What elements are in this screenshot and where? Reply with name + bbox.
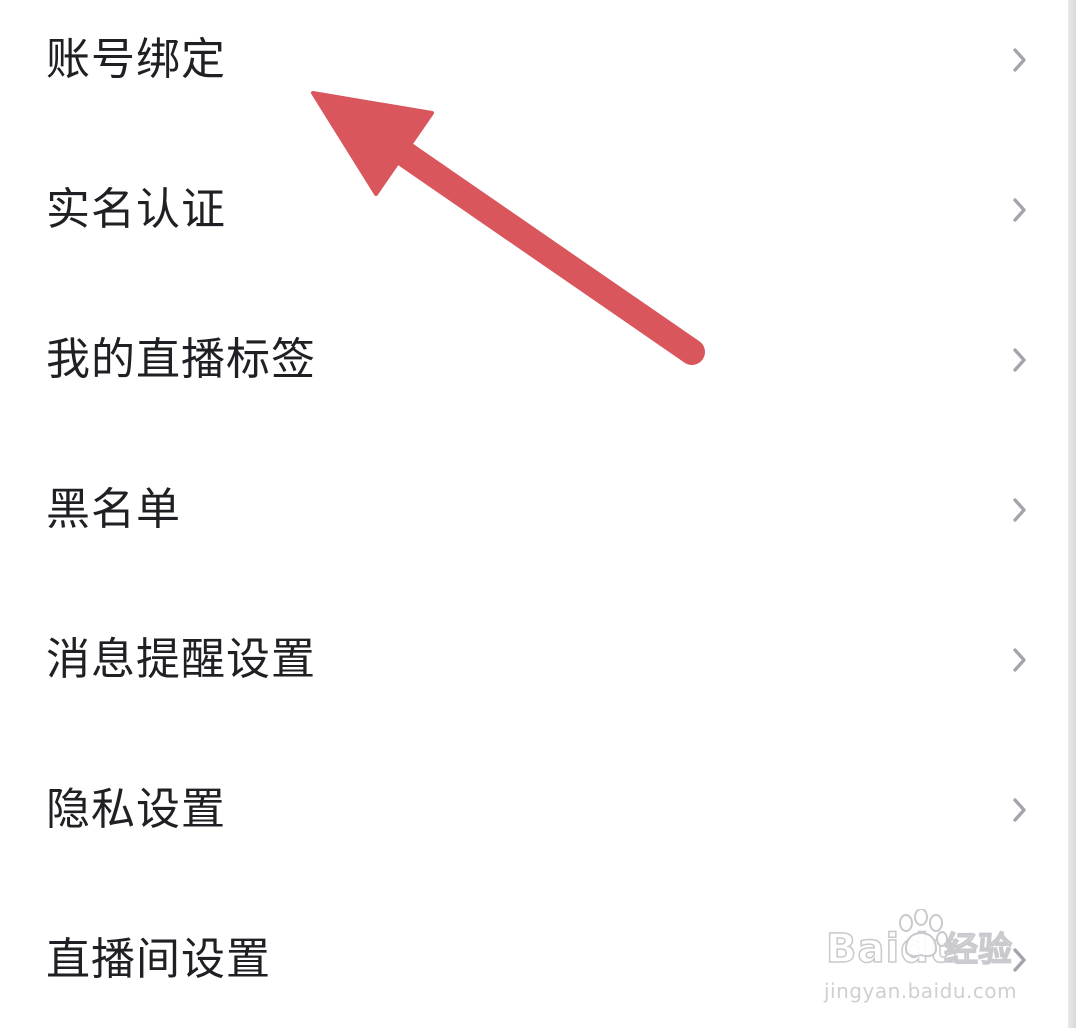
chevron-right-icon bbox=[1013, 348, 1026, 372]
settings-item-label: 我的直播标签 bbox=[46, 334, 316, 385]
chevron-right-icon bbox=[1013, 798, 1026, 822]
screen-edge bbox=[1068, 0, 1076, 1028]
settings-item-notifications[interactable]: 消息提醒设置 bbox=[0, 585, 1068, 735]
watermark-brand-text: 经验 bbox=[943, 930, 1012, 970]
settings-item-blacklist[interactable]: 黑名单 bbox=[0, 435, 1068, 585]
settings-item-label: 消息提醒设置 bbox=[46, 634, 316, 685]
chevron-right-icon bbox=[1013, 198, 1026, 222]
settings-list: 账号绑定 实名认证 我的直播标签 黑名单 消息提醒设置 隐私设置 直播间设置 bbox=[0, 0, 1068, 1028]
settings-screen: 账号绑定 实名认证 我的直播标签 黑名单 消息提醒设置 隐私设置 直播间设置 B… bbox=[0, 0, 1068, 1028]
chevron-right-icon bbox=[1013, 648, 1026, 672]
settings-item-real-name-auth[interactable]: 实名认证 bbox=[0, 135, 1068, 285]
watermark-url-text: jingyan.baidu.com bbox=[824, 979, 1018, 1003]
chevron-right-icon bbox=[1013, 48, 1026, 72]
paw-icon bbox=[899, 909, 948, 958]
settings-item-label: 隐私设置 bbox=[46, 784, 226, 835]
settings-item-label: 黑名单 bbox=[46, 484, 181, 535]
settings-item-label: 直播间设置 bbox=[46, 934, 271, 985]
settings-item-account-binding[interactable]: 账号绑定 bbox=[0, 0, 1068, 135]
settings-item-label: 账号绑定 bbox=[46, 34, 226, 85]
settings-item-privacy[interactable]: 隐私设置 bbox=[0, 735, 1068, 885]
settings-item-live-tags[interactable]: 我的直播标签 bbox=[0, 285, 1068, 435]
baidu-jingyan-watermark: Baidu 经验 jingyan.baidu.com bbox=[822, 905, 1042, 1010]
settings-item-label: 实名认证 bbox=[46, 184, 226, 235]
chevron-right-icon bbox=[1013, 498, 1026, 522]
